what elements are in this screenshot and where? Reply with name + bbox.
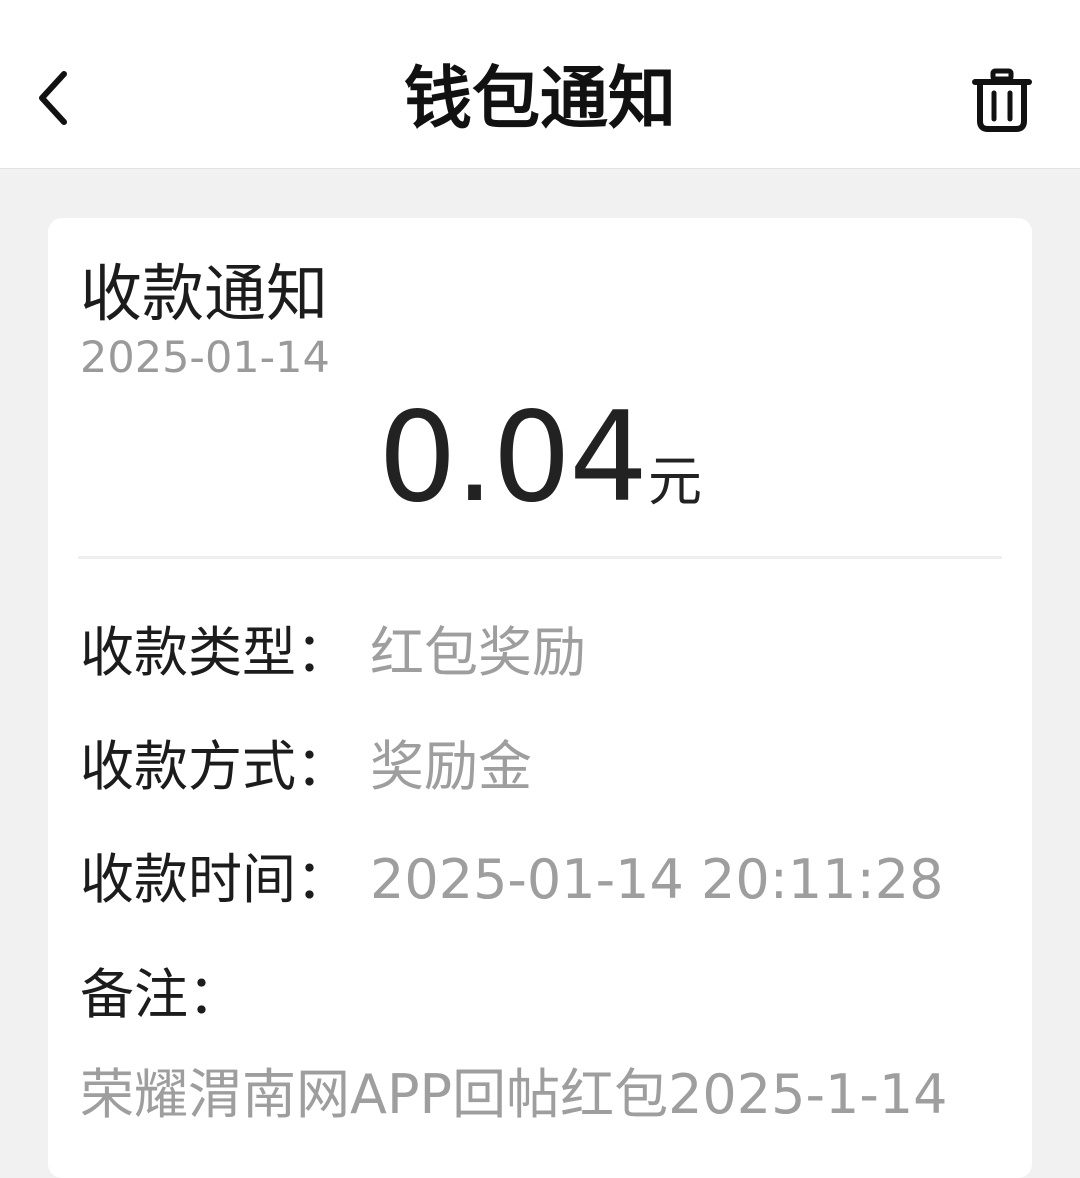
memo-row: 备注： bbox=[80, 960, 370, 1030]
back-button[interactable] bbox=[22, 58, 86, 138]
detail-row-time: 收款时间： 2025-01-14 20:11:28 bbox=[80, 845, 944, 915]
detail-row-type: 收款类型： 红包奖励 bbox=[80, 618, 586, 688]
detail-row-method: 收款方式： 奖励金 bbox=[80, 732, 532, 802]
delete-button[interactable] bbox=[962, 58, 1042, 142]
app-header: 钱包通知 bbox=[0, 0, 1080, 169]
memo-label: 备注： bbox=[80, 963, 242, 1026]
trash-icon bbox=[972, 68, 1032, 132]
detail-value: 红包奖励 bbox=[370, 621, 586, 684]
detail-label: 收款时间： bbox=[80, 848, 350, 911]
detail-label: 收款方式： bbox=[80, 735, 350, 798]
chevron-left-icon bbox=[39, 71, 67, 125]
notification-title: 收款通知 bbox=[80, 257, 329, 330]
amount: 0.04元 bbox=[48, 388, 1032, 528]
detail-value: 奖励金 bbox=[370, 735, 532, 798]
page-title: 钱包通知 bbox=[403, 60, 676, 139]
notification-date: 2025-01-14 bbox=[80, 333, 330, 383]
amount-value: 0.04 bbox=[377, 386, 648, 530]
memo-text: 荣耀渭南网APP回帖红包2025-1-14 bbox=[80, 1063, 948, 1126]
detail-value: 2025-01-14 20:11:28 bbox=[370, 848, 944, 911]
amount-unit: 元 bbox=[648, 450, 703, 513]
notification-card: 收款通知 2025-01-14 0.04元 收款类型： 红包奖励 收款方式： 奖励金… bbox=[48, 218, 1032, 1178]
divider bbox=[78, 556, 1002, 559]
detail-label: 收款类型： bbox=[80, 621, 350, 684]
